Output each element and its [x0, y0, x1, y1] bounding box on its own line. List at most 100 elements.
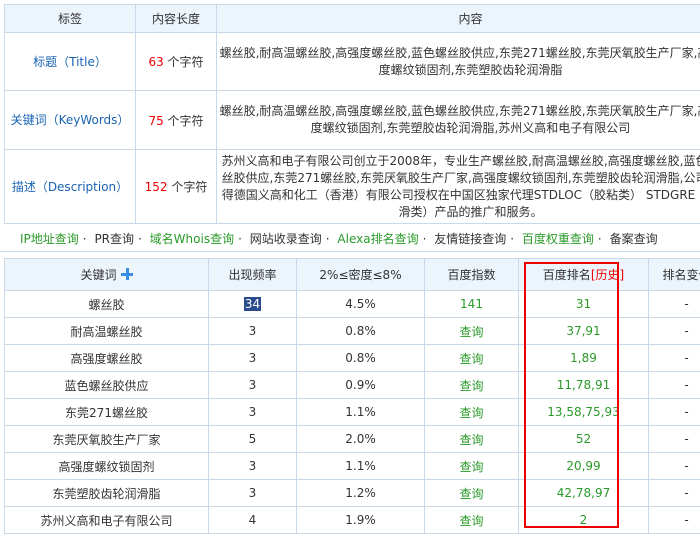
- frequency-value: 4: [248, 513, 257, 527]
- rank-change-cell: -: [648, 344, 700, 372]
- baidu-rank-link[interactable]: 11,78,91: [518, 371, 649, 399]
- frequency-cell: 34: [208, 290, 297, 318]
- keyword-cell: 东莞塑胶齿轮润滑脂: [4, 479, 209, 507]
- baidu-index-link[interactable]: 查询: [424, 479, 519, 507]
- frequency-cell: 3: [208, 344, 297, 372]
- title-length: 63 个字符: [135, 32, 217, 91]
- table-row: 东莞厌氧胶生产厂家 5 2.0% 查询 52-: [4, 425, 700, 453]
- density-cell: 1.1%: [296, 452, 425, 480]
- char-count: 152: [144, 180, 168, 194]
- keyword-cell: 高强度螺丝胶: [4, 344, 209, 372]
- history-link[interactable]: [历史]: [591, 268, 624, 282]
- keyword-cell: 东莞271螺丝胶: [4, 398, 209, 426]
- baidu-rank-link[interactable]: 42,78,97: [518, 479, 649, 507]
- table-row: 东莞271螺丝胶 3 1.1% 查询 13,58,75,93-: [4, 398, 700, 426]
- frequency-cell: 3: [208, 371, 297, 399]
- rank-change-cell: -: [648, 290, 700, 318]
- alexa-lookup-link[interactable]: Alexa排名查询: [337, 232, 418, 246]
- header-label: 标签: [4, 4, 136, 33]
- title-label: 标题（Title）: [4, 32, 136, 91]
- baidu-weight-lookup-link[interactable]: 百度权重查询: [522, 232, 594, 246]
- title-content: 螺丝胶,耐高温螺丝胶,高强度螺丝胶,蓝色螺丝胶供应,东莞271螺丝胶,东莞厌氧胶…: [216, 32, 700, 91]
- index-lookup-link[interactable]: 网站收录查询: [250, 232, 322, 246]
- baidu-rank-link[interactable]: 52: [518, 425, 649, 453]
- keywords-length: 75 个字符: [135, 90, 217, 150]
- table-row: 蓝色螺丝胶供应 3 0.9% 查询 11,78,91-: [4, 371, 700, 399]
- table-row: 高强度螺丝胶 3 0.8% 查询 1,89-: [4, 344, 700, 372]
- frequency-value: 3: [248, 351, 257, 365]
- rank-change-cell: -: [648, 371, 700, 399]
- density-cell: 4.5%: [296, 290, 425, 318]
- ip-lookup-link[interactable]: IP地址查询: [20, 232, 79, 246]
- baidu-index-link[interactable]: 查询: [424, 452, 519, 480]
- baidu-index-link[interactable]: 141: [424, 290, 519, 318]
- keyword-cell: 苏州义高和电子有限公司: [4, 506, 209, 534]
- keyword-cell: 东莞厌氧胶生产厂家: [4, 425, 209, 453]
- frequency-value: 3: [248, 378, 257, 392]
- density-cell: 1.1%: [296, 398, 425, 426]
- baidu-index-link[interactable]: 查询: [424, 371, 519, 399]
- header-density: 2%≤密度≤8%: [296, 258, 425, 291]
- table-row: 耐高温螺丝胶 3 0.8% 查询 37,91-: [4, 317, 700, 345]
- frequency-cell: 4: [208, 506, 297, 534]
- char-unit: 个字符: [167, 55, 204, 69]
- frequency-cell: 5: [208, 425, 297, 453]
- rank-change-cell: -: [648, 452, 700, 480]
- baidu-index-link[interactable]: 查询: [424, 425, 519, 453]
- frequency-value: 34: [243, 297, 262, 311]
- char-count: 75: [148, 113, 164, 128]
- add-keyword-icon[interactable]: [120, 268, 133, 280]
- baidu-rank-link[interactable]: 31: [518, 290, 649, 318]
- header-frequency: 出现频率: [208, 258, 297, 291]
- keyword-cell: 耐高温螺丝胶: [4, 317, 209, 345]
- description-length: 152 个字符: [135, 149, 217, 224]
- table-row: 高强度螺纹锁固剂 3 1.1% 查询 20,99-: [4, 452, 700, 480]
- icp-lookup-link[interactable]: 备案查询: [610, 232, 658, 246]
- baidu-index-link[interactable]: 查询: [424, 317, 519, 345]
- frequency-cell: 3: [208, 398, 297, 426]
- density-cell: 1.2%: [296, 479, 425, 507]
- header-rank-change: 排名变化: [648, 258, 700, 291]
- baidu-rank-link[interactable]: 1,89: [518, 344, 649, 372]
- baidu-index-link[interactable]: 查询: [424, 506, 519, 534]
- char-count: 63: [148, 55, 164, 69]
- keyword-cell: 螺丝胶: [4, 290, 209, 318]
- frequency-value: 3: [248, 405, 257, 419]
- whois-lookup-link[interactable]: 域名Whois查询: [150, 232, 234, 246]
- baidu-index-link[interactable]: 查询: [424, 344, 519, 372]
- baidu-rank-link[interactable]: 37,91: [518, 317, 649, 345]
- table-row: 苏州义高和电子有限公司 4 1.9% 查询 2-: [4, 506, 700, 534]
- rank-change-cell: -: [648, 506, 700, 534]
- description-label: 描述（Description）: [4, 149, 136, 224]
- char-unit: 个字符: [167, 113, 204, 128]
- header-length: 内容长度: [135, 4, 217, 33]
- rank-change-cell: -: [648, 479, 700, 507]
- rank-change-cell: -: [648, 317, 700, 345]
- keyword-table: 关键词 出现频率 2%≤密度≤8% 百度指数 百度排名[历史] 排名变化 螺丝胶…: [4, 258, 700, 534]
- friend-link-lookup-link[interactable]: 友情链接查询: [434, 232, 506, 246]
- rank-change-cell: -: [648, 398, 700, 426]
- frequency-value: 5: [248, 432, 257, 446]
- keyword-cell: 蓝色螺丝胶供应: [4, 371, 209, 399]
- header-keyword: 关键词: [4, 258, 209, 291]
- frequency-value: 3: [248, 486, 257, 500]
- baidu-index-link[interactable]: 查询: [424, 398, 519, 426]
- baidu-rank-link[interactable]: 13,58,75,93: [518, 398, 649, 426]
- description-content: 苏州义高和电子有限公司创立于2008年，专业生产螺丝胶,耐高温螺丝胶,高强度螺丝…: [216, 149, 700, 224]
- baidu-rank-link[interactable]: 20,99: [518, 452, 649, 480]
- density-cell: 0.8%: [296, 344, 425, 372]
- frequency-value: 3: [248, 459, 257, 473]
- keywords-content: 螺丝胶,耐高温螺丝胶,高强度螺丝胶,蓝色螺丝胶供应,东莞271螺丝胶,东莞厌氧胶…: [216, 90, 700, 150]
- table-row: 描述（Description） 152 个字符 苏州义高和电子有限公司创立于20…: [4, 149, 700, 224]
- header-content: 内容: [216, 4, 700, 33]
- baidu-rank-link[interactable]: 2: [518, 506, 649, 534]
- header-baidu-rank: 百度排名[历史]: [518, 258, 649, 291]
- density-cell: 1.9%: [296, 506, 425, 534]
- pr-lookup-link[interactable]: PR查询: [94, 232, 134, 246]
- frequency-value: 3: [248, 324, 257, 338]
- table-row: 标题（Title） 63 个字符 螺丝胶,耐高温螺丝胶,高强度螺丝胶,蓝色螺丝胶…: [4, 32, 700, 91]
- header-baidu-index: 百度指数: [424, 258, 519, 291]
- density-cell: 0.8%: [296, 317, 425, 345]
- char-unit: 个字符: [171, 180, 208, 194]
- density-cell: 2.0%: [296, 425, 425, 453]
